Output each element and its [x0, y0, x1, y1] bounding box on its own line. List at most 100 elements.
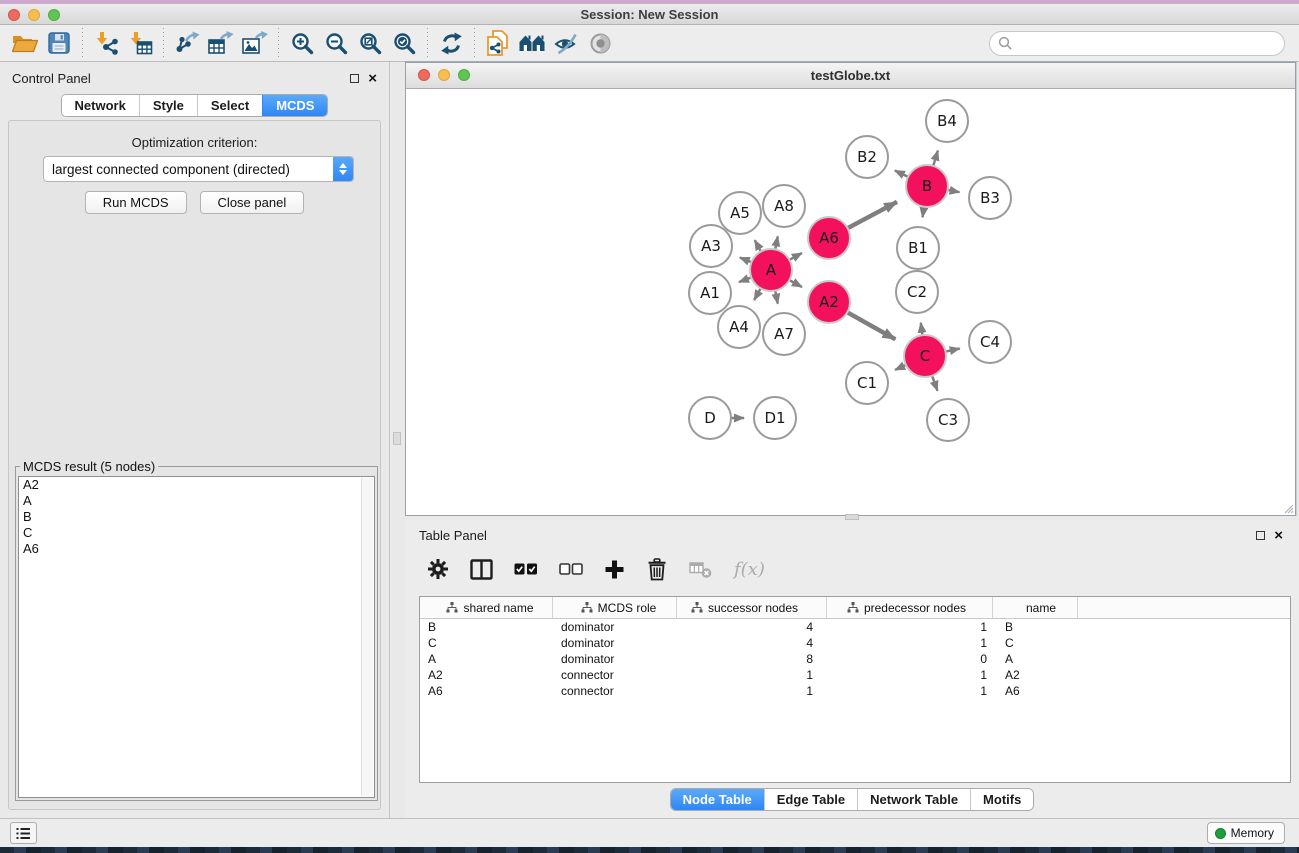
import-table-icon[interactable] — [123, 28, 157, 58]
graph-edge-A-A3[interactable] — [740, 258, 752, 263]
graph-edge-A-A6[interactable] — [789, 253, 802, 260]
eye-slash-icon[interactable] — [549, 28, 583, 58]
table-cell[interactable]: 8 — [677, 651, 827, 667]
column-header-successor-nodes[interactable]: successor nodes — [677, 597, 827, 618]
zoom-in-icon[interactable] — [285, 28, 319, 58]
zoom-fit-icon[interactable] — [353, 28, 387, 58]
column-header-shared-name[interactable]: shared name — [420, 597, 553, 618]
horizontal-splitter[interactable] — [405, 516, 1299, 520]
graph-edge-C-C2[interactable] — [921, 323, 923, 335]
graph-node-C4[interactable]: C4 — [969, 321, 1011, 363]
houses-icon[interactable] — [515, 28, 549, 58]
list-item[interactable]: A6 — [19, 541, 374, 557]
scrollbar-track[interactable] — [361, 478, 373, 796]
table-cell[interactable]: C — [420, 635, 553, 651]
graph-node-A7[interactable]: A7 — [763, 313, 805, 355]
table-cell[interactable]: A6 — [993, 683, 1078, 699]
gear-icon[interactable] — [427, 558, 449, 580]
table-cell[interactable]: dominator — [553, 635, 677, 651]
graph-node-A4[interactable]: A4 — [718, 306, 760, 348]
graph-edge-A-A2[interactable] — [789, 280, 802, 287]
graph-edge-C-C1[interactable] — [895, 365, 906, 370]
graph-node-C2[interactable]: C2 — [896, 271, 938, 313]
table-cell[interactable]: A — [993, 651, 1078, 667]
splitter-grip[interactable] — [393, 432, 401, 445]
search-box[interactable] — [989, 31, 1285, 56]
trash-icon[interactable] — [646, 558, 668, 581]
table-cell[interactable]: A — [420, 651, 553, 667]
columns-icon[interactable] — [470, 559, 493, 580]
graph-node-A8[interactable]: A8 — [763, 185, 805, 227]
select-all-icon[interactable] — [514, 563, 538, 575]
open-folder-icon[interactable] — [8, 28, 42, 58]
export-table-icon[interactable] — [204, 28, 238, 58]
mcds-result-list[interactable]: A2 A B C A6 — [18, 476, 375, 798]
network-minimize-button[interactable] — [438, 69, 450, 81]
graph-node-C1[interactable]: C1 — [846, 362, 888, 404]
tab-style[interactable]: Style — [139, 95, 197, 116]
graph-node-B3[interactable]: B3 — [969, 177, 1011, 219]
tab-select[interactable]: Select — [197, 95, 262, 116]
save-floppy-icon[interactable] — [42, 28, 76, 58]
float-panel-icon[interactable] — [1256, 531, 1265, 540]
graph-edge-A-A7[interactable] — [775, 291, 778, 304]
table-cell[interactable]: 1 — [827, 619, 993, 635]
delete-table-icon[interactable] — [689, 559, 713, 579]
close-window-button[interactable] — [8, 9, 20, 21]
column-header-mcds-role[interactable]: MCDS role — [553, 597, 677, 618]
list-item[interactable]: C — [19, 525, 374, 541]
graph-edge-B-B4[interactable] — [933, 151, 938, 166]
eye-icon[interactable] — [583, 28, 617, 58]
graph-edge-B-B3[interactable] — [948, 190, 960, 192]
table-cell[interactable]: 4 — [677, 619, 827, 635]
resize-grip-icon[interactable] — [1282, 502, 1294, 514]
table-cell[interactable]: C — [993, 635, 1078, 651]
tab-node-table[interactable]: Node Table — [671, 789, 764, 810]
table-cell[interactable]: 1 — [677, 667, 827, 683]
close-panel-button[interactable]: Close panel — [200, 191, 305, 214]
graph-node-A[interactable]: A — [750, 249, 792, 291]
table-cell[interactable]: 0 — [827, 651, 993, 667]
network-window-titlebar[interactable]: testGlobe.txt — [406, 63, 1295, 89]
graph-edge-A-A5[interactable] — [755, 240, 761, 251]
graph-node-B1[interactable]: B1 — [897, 227, 939, 269]
graph-node-A3[interactable]: A3 — [690, 225, 732, 267]
column-header-name[interactable]: name — [993, 597, 1078, 618]
column-header-predecessor-nodes[interactable]: predecessor nodes — [827, 597, 993, 618]
graph-edge-C-C3[interactable] — [932, 376, 937, 391]
table-cell[interactable]: 1 — [677, 683, 827, 699]
splitter-grip[interactable] — [845, 514, 859, 520]
graph-node-B[interactable]: B — [906, 165, 948, 207]
vertical-splitter[interactable] — [390, 62, 405, 818]
tab-motifs[interactable]: Motifs — [970, 789, 1033, 810]
table-cell[interactable]: 1 — [827, 667, 993, 683]
add-icon[interactable] — [604, 559, 625, 580]
network-close-button[interactable] — [418, 69, 430, 81]
tab-edge-table[interactable]: Edge Table — [764, 789, 857, 810]
table-cell[interactable]: B — [420, 619, 553, 635]
list-item[interactable]: A — [19, 493, 374, 509]
graph-edge-A-A4[interactable] — [754, 288, 761, 300]
minimize-window-button[interactable] — [28, 9, 40, 21]
graph-edge-A2-C[interactable] — [847, 312, 895, 339]
graph-node-A6[interactable]: A6 — [808, 217, 850, 259]
float-panel-icon[interactable] — [350, 74, 359, 83]
list-item[interactable]: B — [19, 509, 374, 525]
import-network-icon[interactable] — [89, 28, 123, 58]
table-row[interactable]: Bdominator41B — [420, 619, 1290, 635]
memory-button[interactable]: Memory — [1207, 822, 1285, 844]
criterion-dropdown[interactable]: largest connected component (directed) — [43, 156, 354, 182]
graph-edge-B-B2[interactable] — [895, 171, 908, 177]
table-row[interactable]: A2connector11A2 — [420, 667, 1290, 683]
table-cell[interactable]: 4 — [677, 635, 827, 651]
graph-edge-B-B1[interactable] — [923, 207, 925, 218]
graph-edge-A-A1[interactable] — [739, 277, 751, 282]
export-network-icon[interactable] — [170, 28, 204, 58]
table-cell[interactable]: 1 — [827, 635, 993, 651]
network-canvas[interactable]: AA1A2A3A4A5A6A7A8BB1B2B3B4CC1C2C3C4DD1 — [406, 89, 1295, 515]
tab-network[interactable]: Network — [62, 95, 139, 116]
refresh-icon[interactable] — [434, 28, 468, 58]
table-cell[interactable]: dominator — [553, 619, 677, 635]
graph-node-C[interactable]: C — [904, 335, 946, 377]
close-panel-icon[interactable]: × — [368, 74, 377, 83]
